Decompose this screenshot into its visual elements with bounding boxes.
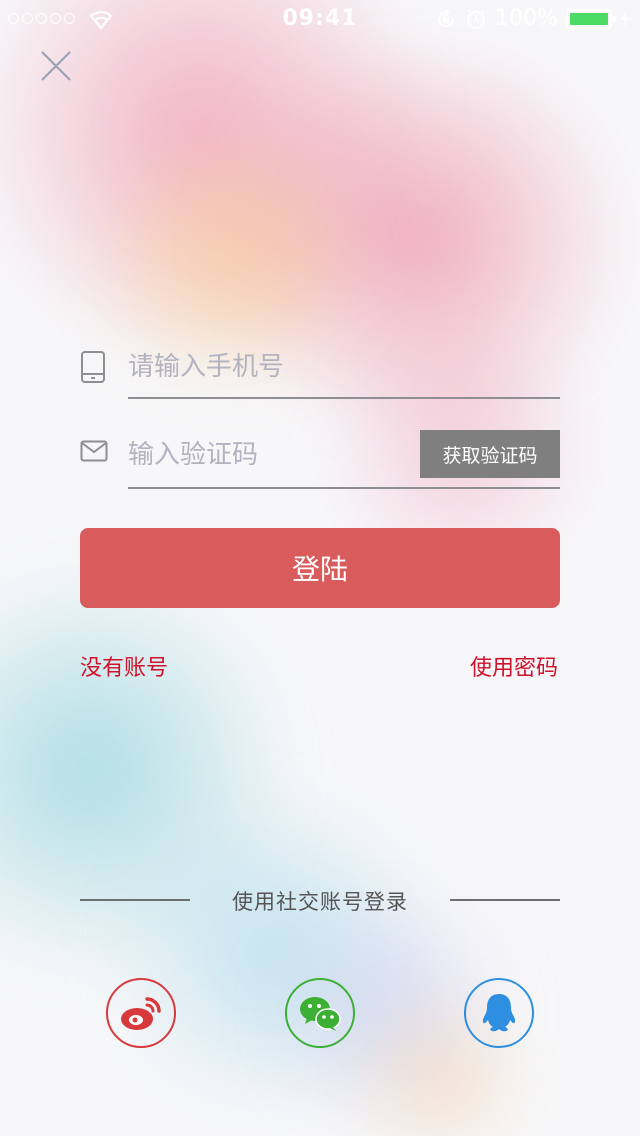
weibo-icon xyxy=(121,997,161,1030)
qq-login-button[interactable] xyxy=(464,978,534,1048)
close-icon xyxy=(41,51,71,81)
wechat-icon xyxy=(300,997,341,1031)
status-bar: 09:41 100% xyxy=(0,0,640,40)
envelope-icon xyxy=(80,440,108,462)
alarm-icon xyxy=(467,8,486,29)
wechat-login-button[interactable] xyxy=(285,978,355,1048)
social-login-title: 使用社交账号登录 xyxy=(232,890,408,914)
battery-percent: 100% xyxy=(495,6,558,31)
rotation-lock-icon xyxy=(438,8,455,27)
register-link[interactable]: 没有账号 xyxy=(80,650,168,682)
close-button[interactable] xyxy=(38,48,74,84)
login-button[interactable]: 登陆 xyxy=(80,528,560,608)
use-password-link[interactable]: 使用密码 xyxy=(470,650,558,682)
battery-icon xyxy=(566,8,616,29)
phone-input[interactable] xyxy=(128,332,560,402)
get-code-button[interactable]: 获取验证码 xyxy=(420,430,560,478)
weibo-login-button[interactable] xyxy=(106,978,176,1048)
phone-field xyxy=(80,332,560,402)
charging-icon xyxy=(621,8,629,29)
phone-icon xyxy=(81,351,105,383)
qq-icon xyxy=(482,994,516,1032)
code-input[interactable] xyxy=(128,420,414,490)
code-underline xyxy=(128,487,560,489)
phone-underline xyxy=(128,397,560,399)
